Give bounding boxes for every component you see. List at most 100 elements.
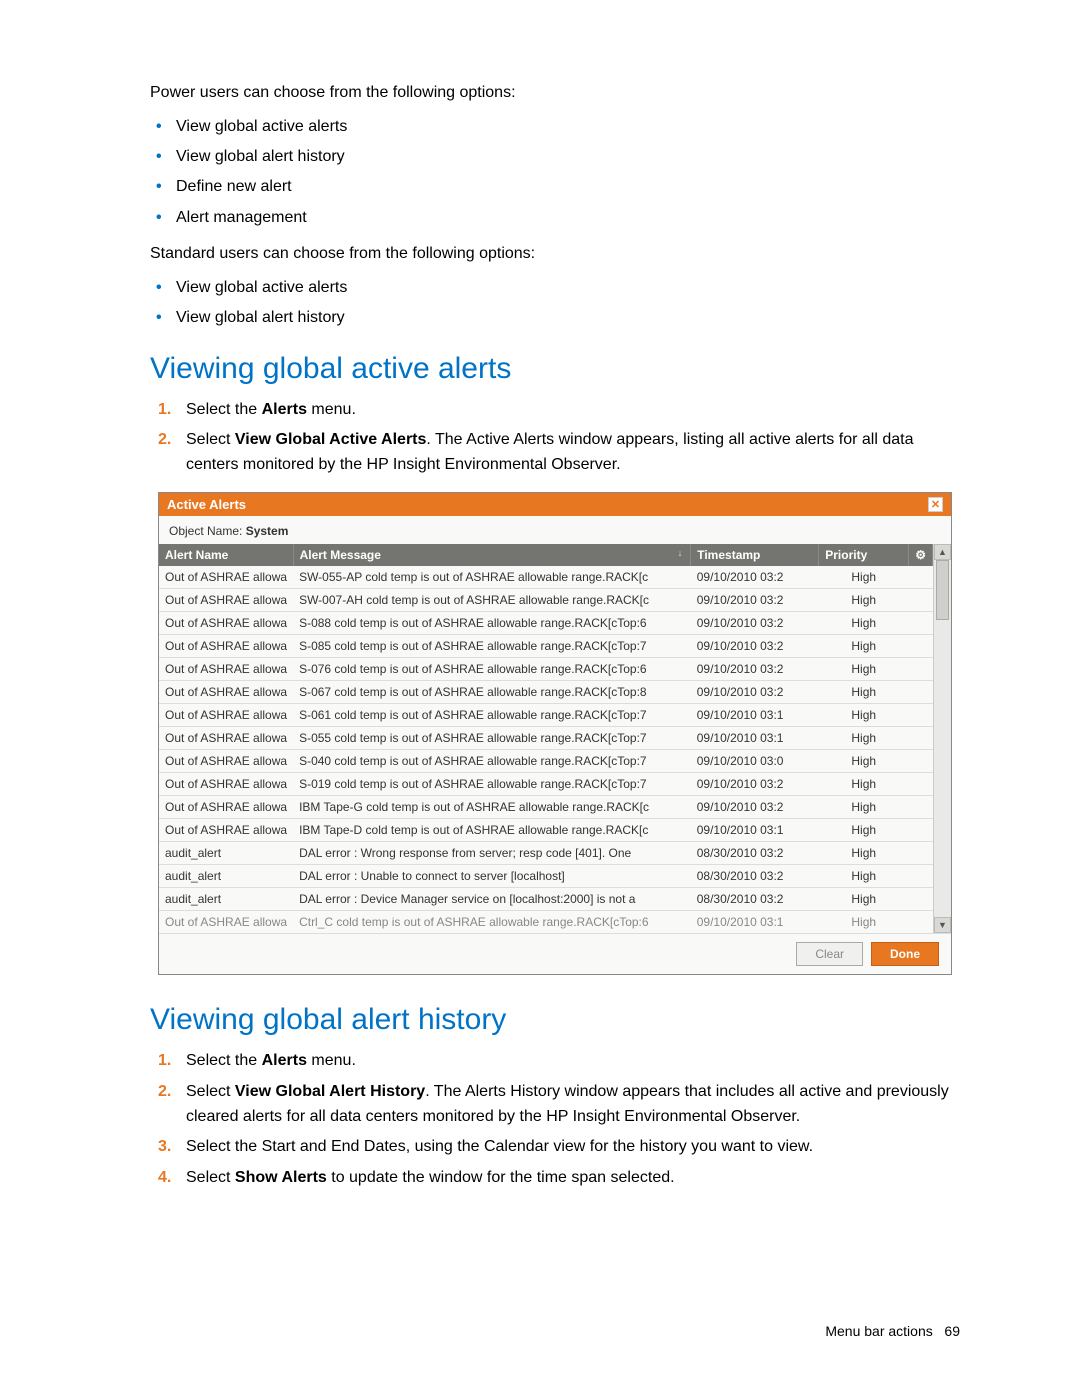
- table-row[interactable]: Out of ASHRAE allowaS-067 cold temp is o…: [159, 680, 933, 703]
- cell-alert-message: S-061 cold temp is out of ASHRAE allowab…: [293, 703, 691, 726]
- power-users-intro: Power users can choose from the followin…: [150, 80, 960, 106]
- table-row[interactable]: Out of ASHRAE allowaSW-007-AH cold temp …: [159, 588, 933, 611]
- cell-alert-name: Out of ASHRAE allowa: [159, 795, 293, 818]
- alerts-menu-label: Alerts: [262, 401, 307, 418]
- cell-priority: High: [819, 772, 909, 795]
- list-item: Define new alert: [176, 172, 960, 202]
- alerts-menu-label: Alerts: [262, 1052, 307, 1069]
- cell-alert-name: audit_alert: [159, 887, 293, 910]
- cell-alert-message: S-067 cold temp is out of ASHRAE allowab…: [293, 680, 691, 703]
- cell-empty: [909, 772, 933, 795]
- cell-timestamp: 09/10/2010 03:1: [691, 703, 819, 726]
- object-name-row: Object Name: System: [159, 516, 951, 544]
- col-timestamp[interactable]: Timestamp: [691, 544, 819, 566]
- cell-alert-name: Out of ASHRAE allowa: [159, 657, 293, 680]
- cell-alert-message: DAL error : Device Manager service on [l…: [293, 887, 691, 910]
- table-row[interactable]: Out of ASHRAE allowaS-019 cold temp is o…: [159, 772, 933, 795]
- cell-alert-name: Out of ASHRAE allowa: [159, 680, 293, 703]
- cell-alert-name: Out of ASHRAE allowa: [159, 703, 293, 726]
- scroll-up-icon[interactable]: ▲: [934, 544, 951, 560]
- cell-alert-name: Out of ASHRAE allowa: [159, 566, 293, 589]
- cell-priority: High: [819, 864, 909, 887]
- active-alerts-steps: 1. Select the Alerts menu. 2. Select Vie…: [150, 398, 960, 478]
- cell-empty: [909, 841, 933, 864]
- cell-timestamp: 09/10/2010 03:2: [691, 588, 819, 611]
- scroll-thumb[interactable]: [936, 560, 949, 620]
- cell-empty: [909, 680, 933, 703]
- table-row[interactable]: audit_alertDAL error : Unable to connect…: [159, 864, 933, 887]
- cell-timestamp: 09/10/2010 03:2: [691, 772, 819, 795]
- page-footer: Menu bar actions 69: [825, 1323, 960, 1339]
- cell-timestamp: 09/10/2010 03:1: [691, 818, 819, 841]
- cell-empty: [909, 588, 933, 611]
- cell-alert-message: S-040 cold temp is out of ASHRAE allowab…: [293, 749, 691, 772]
- close-icon[interactable]: ✕: [928, 497, 943, 512]
- cell-priority: High: [819, 726, 909, 749]
- step-1: 1. Select the Alerts menu.: [186, 398, 960, 423]
- table-row[interactable]: Out of ASHRAE allowaIBM Tape-D cold temp…: [159, 818, 933, 841]
- clear-button[interactable]: Clear: [796, 942, 863, 966]
- table-row[interactable]: audit_alertDAL error : Wrong response fr…: [159, 841, 933, 864]
- step-4: 4. Select Show Alerts to update the wind…: [186, 1166, 960, 1191]
- col-alert-name[interactable]: Alert Name: [159, 544, 293, 566]
- cell-alert-message: S-019 cold temp is out of ASHRAE allowab…: [293, 772, 691, 795]
- table-row[interactable]: Out of ASHRAE allowaS-076 cold temp is o…: [159, 657, 933, 680]
- cell-empty: [909, 818, 933, 841]
- cell-timestamp: 09/10/2010 03:2: [691, 795, 819, 818]
- cell-timestamp: 09/10/2010 03:1: [691, 726, 819, 749]
- cell-priority: High: [819, 566, 909, 589]
- cell-alert-name: Out of ASHRAE allowa: [159, 749, 293, 772]
- step-2: 2. Select View Global Active Alerts. The…: [186, 428, 960, 478]
- heading-active-alerts: Viewing global active alerts: [150, 352, 960, 386]
- done-button[interactable]: Done: [871, 942, 939, 966]
- cell-empty: [909, 726, 933, 749]
- cell-alert-message: S-076 cold temp is out of ASHRAE allowab…: [293, 657, 691, 680]
- cell-alert-name: Out of ASHRAE allowa: [159, 726, 293, 749]
- table-row[interactable]: Out of ASHRAE allowaS-061 cold temp is o…: [159, 703, 933, 726]
- cell-alert-message: S-085 cold temp is out of ASHRAE allowab…: [293, 634, 691, 657]
- cell-priority: High: [819, 588, 909, 611]
- vertical-scrollbar[interactable]: ▲ ▼: [933, 544, 951, 933]
- cell-empty: [909, 864, 933, 887]
- cell-timestamp: 09/10/2010 03:2: [691, 657, 819, 680]
- table-row[interactable]: Out of ASHRAE allowaIBM Tape-G cold temp…: [159, 795, 933, 818]
- cell-alert-message: IBM Tape-D cold temp is out of ASHRAE al…: [293, 818, 691, 841]
- col-settings-icon[interactable]: ⚙: [909, 544, 933, 566]
- step-text: to update the window for the time span s…: [327, 1169, 675, 1186]
- cell-timestamp: 08/30/2010 03:2: [691, 841, 819, 864]
- table-row[interactable]: Out of ASHRAE allowaS-040 cold temp is o…: [159, 749, 933, 772]
- show-alerts-label: Show Alerts: [235, 1169, 327, 1186]
- cell-alert-name: Out of ASHRAE allowa: [159, 611, 293, 634]
- heading-alert-history: Viewing global alert history: [150, 1003, 960, 1037]
- step-2: 2. Select View Global Alert History. The…: [186, 1080, 960, 1130]
- table-row[interactable]: Out of ASHRAE allowaS-055 cold temp is o…: [159, 726, 933, 749]
- view-global-history-label: View Global Alert History: [235, 1083, 425, 1100]
- table-row[interactable]: Out of ASHRAE allowaS-085 cold temp is o…: [159, 634, 933, 657]
- cell-empty: [909, 611, 933, 634]
- cell-timestamp: 09/10/2010 03:2: [691, 634, 819, 657]
- cell-alert-message: SW-055-AP cold temp is out of ASHRAE all…: [293, 566, 691, 589]
- cell-priority: High: [819, 657, 909, 680]
- table-row[interactable]: Out of ASHRAE allowaSW-055-AP cold temp …: [159, 566, 933, 589]
- cell-alert-message: SW-007-AH cold temp is out of ASHRAE all…: [293, 588, 691, 611]
- list-item: View global active alerts: [176, 273, 960, 303]
- cell-priority: High: [819, 703, 909, 726]
- col-priority[interactable]: Priority: [819, 544, 909, 566]
- table-row[interactable]: Out of ASHRAE allowaS-088 cold temp is o…: [159, 611, 933, 634]
- scroll-down-icon[interactable]: ▼: [934, 917, 951, 933]
- cell-priority: High: [819, 749, 909, 772]
- cell-empty: [909, 657, 933, 680]
- table-row[interactable]: audit_alertDAL error : Device Manager se…: [159, 887, 933, 910]
- view-global-active-label: View Global Active Alerts: [235, 431, 426, 448]
- list-item: Alert management: [176, 203, 960, 233]
- table-row-cutoff: Out of ASHRAE allowaCtrl_C cold temp is …: [159, 910, 933, 933]
- cell-alert-message: S-088 cold temp is out of ASHRAE allowab…: [293, 611, 691, 634]
- cell-alert-name: audit_alert: [159, 864, 293, 887]
- step-text: Select the: [186, 401, 262, 418]
- dialog-footer: Clear Done: [159, 933, 951, 974]
- object-name-value: System: [246, 524, 289, 538]
- cell-priority: High: [819, 818, 909, 841]
- cell-empty: [909, 566, 933, 589]
- cell-alert-name: Out of ASHRAE allowa: [159, 634, 293, 657]
- col-alert-message[interactable]: Alert Message ↓: [293, 544, 691, 566]
